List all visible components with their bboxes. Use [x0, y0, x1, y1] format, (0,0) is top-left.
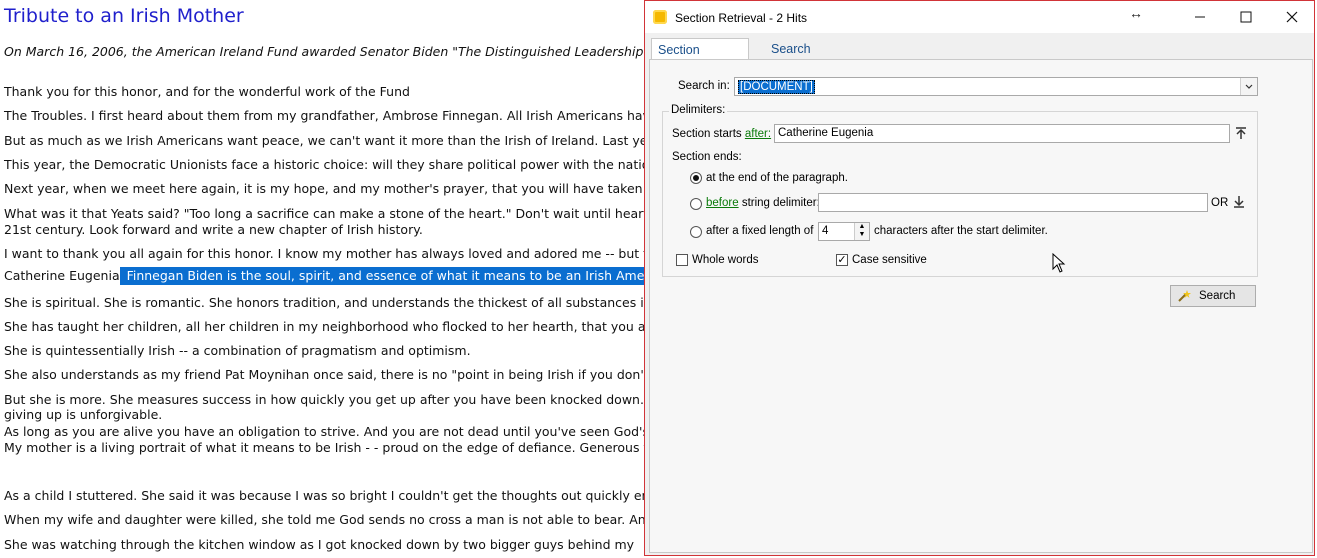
section-definition-panel: Search in: [DOCUMENT] Delimiters: Sectio… [649, 59, 1313, 553]
paragraph: Next year, when we meet here again, it i… [4, 181, 691, 196]
paragraph: She also understands as my friend Pat Mo… [4, 367, 686, 382]
dropdown-arrow-icon[interactable] [1240, 78, 1257, 95]
document-title: Tribute to an Irish Mother [4, 5, 244, 27]
radio-fixed-length[interactable] [690, 226, 702, 238]
fixed-length-label: after a fixed length of [706, 225, 814, 237]
minimize-icon [1195, 16, 1205, 18]
resize-cursor-icon: ↔ [1129, 5, 1143, 21]
fixed-length-stepper[interactable]: 4 ▲ ▼ [818, 222, 870, 241]
delimiters-label: Delimiters: [669, 104, 728, 116]
tab-section-definition[interactable]: Section definition [651, 38, 749, 79]
before-delimiter-label: before string delimiter: [706, 197, 820, 209]
or-label: OR [1211, 197, 1229, 209]
radio-end-of-paragraph[interactable] [690, 172, 702, 184]
title-bar[interactable]: Section Retrieval - 2 Hits ↔ [645, 1, 1314, 33]
minimize-button[interactable] [1177, 1, 1223, 33]
paragraph: She was watching through the kitchen win… [4, 537, 635, 552]
paragraph: The Troubles. I first heard about them f… [4, 108, 685, 123]
app-icon [653, 10, 667, 24]
case-sensitive-label: Case sensitive [852, 254, 927, 266]
section-ends-label: Section ends: [672, 151, 742, 163]
paragraph: But she is more. She measures success in… [4, 392, 691, 407]
highlighted-paragraph: Catherine Eugenia Finnegan Biden is the … [4, 267, 681, 285]
paragraph: She is quintessentially Irish -- a combi… [4, 343, 471, 358]
paragraph: This year, the Democratic Unionists face… [4, 157, 695, 172]
move-down-icon[interactable] [1232, 195, 1246, 209]
paragraph: What was it that Yeats said? "Too long a… [4, 206, 685, 221]
end-of-paragraph-label: at the end of the paragraph. [706, 172, 848, 184]
section-start-input[interactable]: Catherine Eugenia [774, 124, 1230, 143]
after-link[interactable]: after: [745, 128, 771, 140]
section-starts-label: Section starts after: [672, 128, 772, 140]
window-title: Section Retrieval - 2 Hits [675, 11, 808, 25]
maximize-button[interactable] [1223, 1, 1269, 33]
search-in-label: Search in: [678, 80, 730, 92]
search-button[interactable]: Search [1170, 285, 1256, 307]
paragraph: My mother is a living portrait of what i… [4, 440, 684, 455]
close-button[interactable] [1269, 1, 1315, 33]
stepper-arrows-icon[interactable]: ▲ ▼ [854, 223, 869, 240]
radio-before-delimiter[interactable] [690, 198, 702, 210]
move-to-top-icon[interactable] [1234, 126, 1248, 140]
search-in-select[interactable]: [DOCUMENT] [734, 77, 1258, 96]
case-sensitive-checkbox[interactable]: ✓ [836, 254, 848, 266]
maximize-icon [1240, 11, 1252, 23]
whole-words-checkbox[interactable] [676, 254, 688, 266]
paragraph: She is spiritual. She is romantic. She h… [4, 295, 693, 310]
characters-after-label: characters after the start delimiter. [874, 225, 1048, 237]
paragraph: But as much as we Irish Americans want p… [4, 133, 682, 148]
paragraph: 21st century. Look forward and write a n… [4, 222, 423, 237]
close-icon [1286, 11, 1298, 23]
highlight-prefix: Catherine Eugenia [4, 268, 120, 283]
mouse-cursor-icon [1052, 253, 1066, 273]
paragraph: giving up is unforgivable. [4, 407, 163, 422]
selected-text: Finnegan Biden is the soul, spirit, and … [119, 267, 681, 285]
end-delimiter-input[interactable] [818, 193, 1208, 212]
search-in-value: [DOCUMENT] [738, 80, 815, 94]
search-button-label: Search [1199, 290, 1236, 302]
document-intro: On March 16, 2006, the American Ireland … [4, 44, 687, 59]
paragraph: She has taught her children, all her chi… [4, 319, 686, 334]
paragraph: As long as you are alive you have an obl… [4, 424, 684, 439]
section-retrieval-dialog: Section Retrieval - 2 Hits ↔ Section def… [644, 0, 1315, 556]
paragraph: I want to thank you all again for this h… [4, 246, 680, 261]
whole-words-label: Whole words [692, 254, 759, 266]
fixed-length-value: 4 [822, 225, 829, 237]
paragraph: Thank you for this honor, and for the wo… [4, 84, 410, 99]
search-wand-icon [1178, 290, 1191, 302]
paragraph: When my wife and daughter were killed, s… [4, 512, 684, 527]
paragraph: As a child I stuttered. She said it was … [4, 488, 685, 503]
before-link[interactable]: before [706, 197, 739, 209]
tab-search-hits[interactable]: Search Hits [765, 38, 817, 78]
